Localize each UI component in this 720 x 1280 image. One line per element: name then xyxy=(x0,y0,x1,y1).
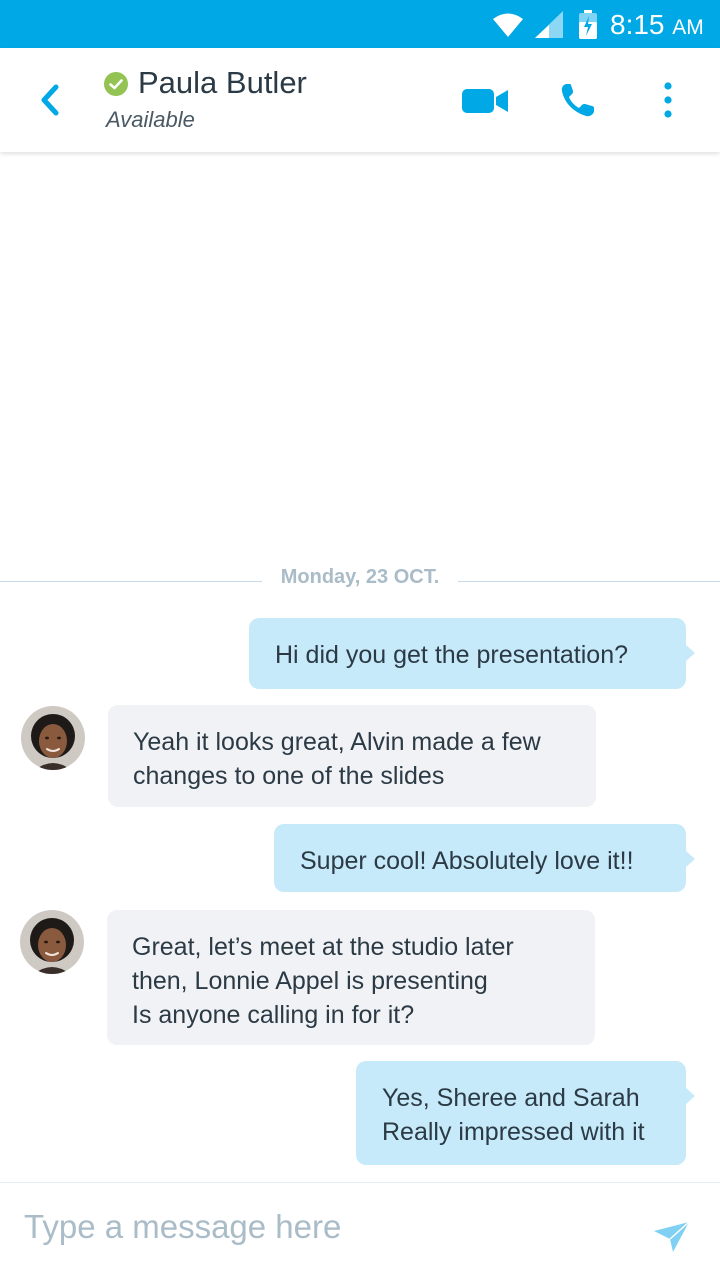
outgoing-message[interactable]: Yes, Sheree and Sarah Really impressed w… xyxy=(356,1061,695,1165)
contact-avatar-image xyxy=(21,706,85,770)
status-bar: 8:15 AM xyxy=(0,0,720,48)
date-divider: Monday, 23 OCT. xyxy=(0,564,720,590)
divider-line-right xyxy=(458,581,720,582)
message-input[interactable] xyxy=(24,1203,624,1251)
send-button[interactable] xyxy=(652,1221,692,1253)
outgoing-message[interactable]: Super cool! Absolutely love it!! xyxy=(274,824,695,892)
back-arrow-icon xyxy=(41,84,59,116)
status-time-value: 8:15 xyxy=(610,9,665,40)
message-text-line: changes to one of the slides xyxy=(133,762,445,790)
divider-line-left xyxy=(0,581,262,582)
more-options-button[interactable] xyxy=(656,80,680,120)
conversation-header: Paula Butler Available xyxy=(0,48,720,152)
message-text-line: then, Lonnie Appel is presenting xyxy=(132,967,488,995)
status-time-ampm: AM xyxy=(672,16,704,39)
contact-name[interactable]: Paula Butler xyxy=(138,64,307,102)
status-time: 8:15 AM xyxy=(610,8,704,45)
audio-call-button[interactable] xyxy=(558,80,598,120)
message-text: Hi did you get the presentation? xyxy=(275,641,629,669)
battery-charging-icon xyxy=(579,10,597,39)
contact-avatar-image xyxy=(20,910,84,974)
message-text-line: Is anyone calling in for it? xyxy=(132,1001,415,1029)
back-button[interactable] xyxy=(30,82,70,118)
video-call-button[interactable] xyxy=(460,86,510,116)
outgoing-message[interactable]: Hi did you get the presentation? xyxy=(249,618,695,689)
message-text-line: Great, let’s meet at the studio later xyxy=(132,933,514,961)
wifi-icon xyxy=(493,13,523,37)
presence-available-icon xyxy=(104,72,128,96)
contact-status: Available xyxy=(106,107,195,132)
message-text-line: Yeah it looks great, Alvin made a few xyxy=(133,728,541,756)
date-label: Monday, 23 OCT. xyxy=(280,566,440,588)
send-icon xyxy=(654,1221,690,1252)
message-text-line: Really impressed with it xyxy=(382,1118,645,1146)
message-composer xyxy=(0,1182,720,1280)
message-text: Super cool! Absolutely love it!! xyxy=(300,847,634,875)
incoming-message[interactable]: Yeah it looks great, Alvin made a few ch… xyxy=(108,705,596,807)
cellular-signal-icon xyxy=(535,11,563,38)
message-text-line: Yes, Sheree and Sarah xyxy=(382,1084,640,1112)
avatar[interactable] xyxy=(20,910,84,974)
phone-call-icon xyxy=(561,84,594,117)
avatar[interactable] xyxy=(21,706,85,770)
more-options-icon xyxy=(664,82,672,118)
video-call-icon xyxy=(462,89,508,113)
incoming-message[interactable]: Great, let’s meet at the studio later th… xyxy=(107,910,595,1045)
